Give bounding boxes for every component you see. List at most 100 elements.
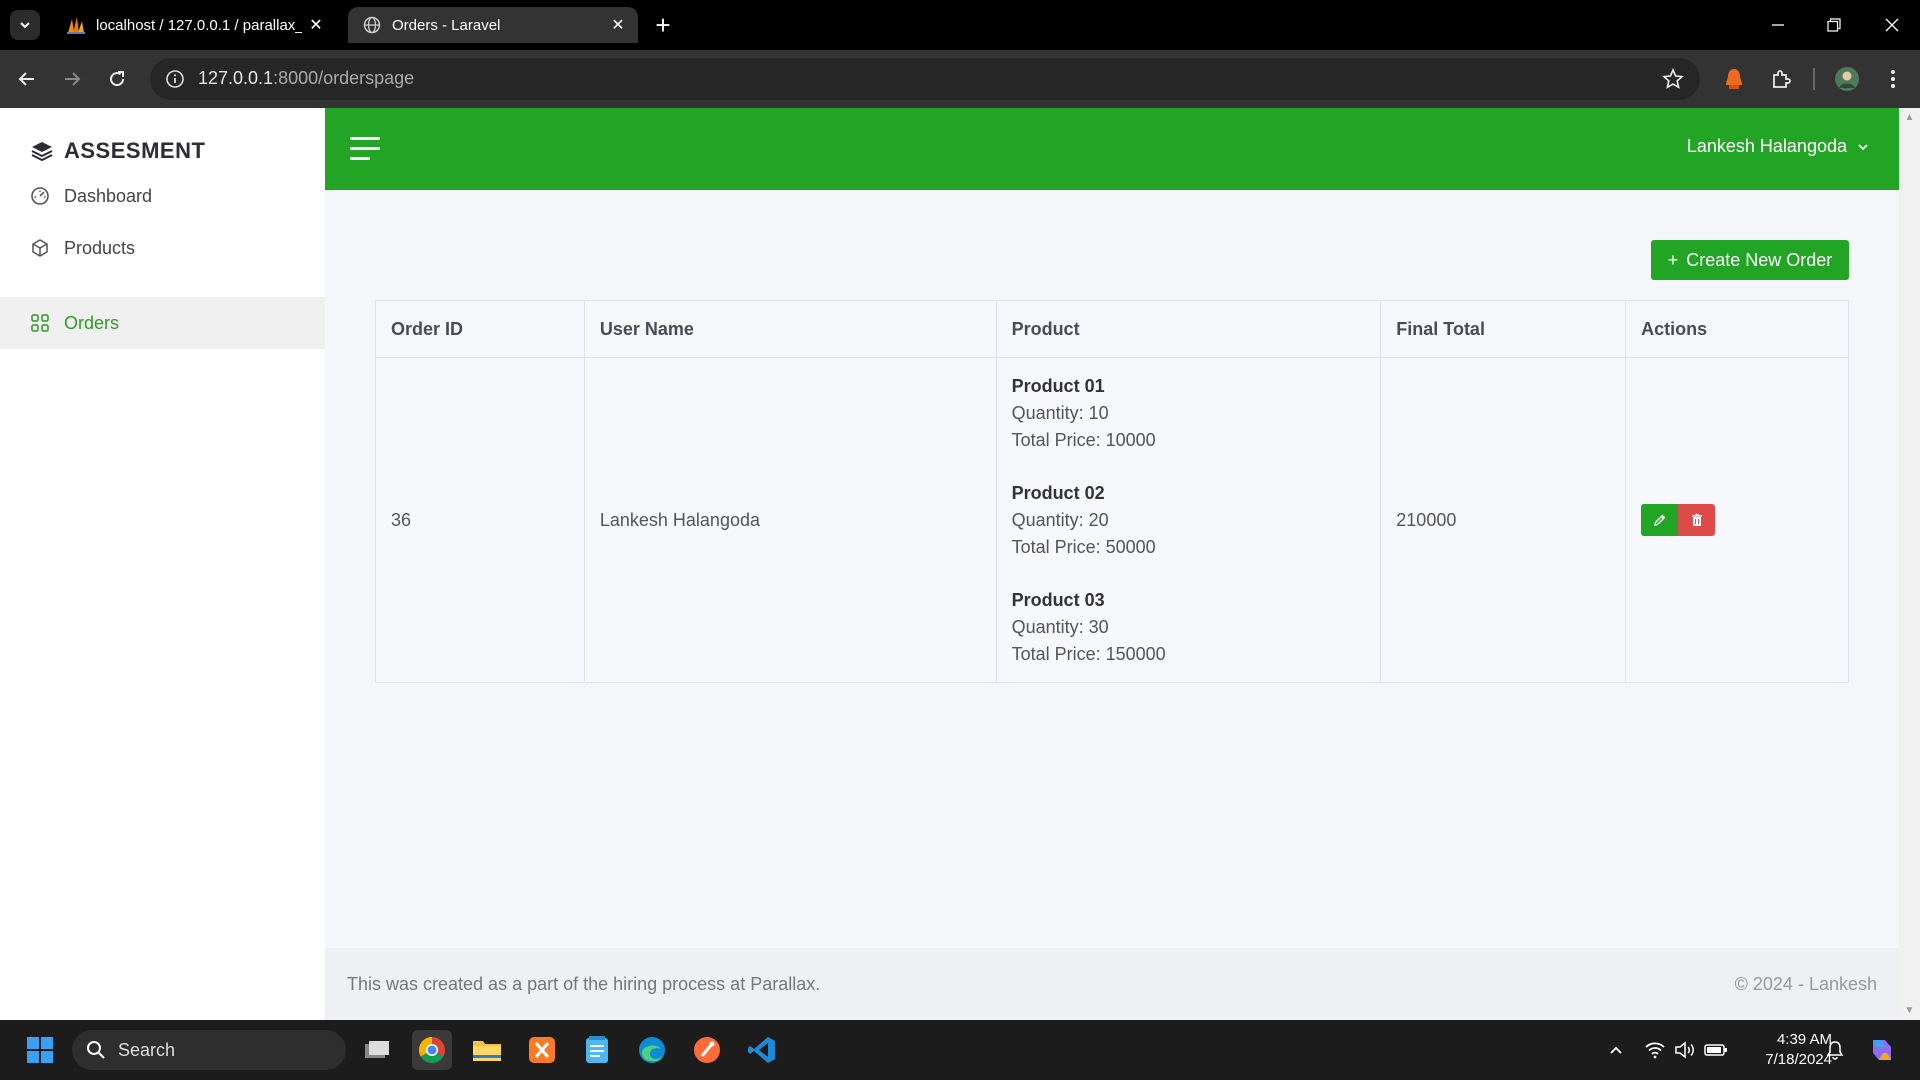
phpmyadmin-icon [66,15,86,35]
browser-tab-phpmyadmin[interactable]: localhost / 127.0.0.1 / parallax_a ✕ [52,7,336,43]
search-label: Search [118,1039,176,1060]
product-total-price: Total Price: 10000 [1011,429,1156,450]
browser-menu-icon[interactable] [1876,62,1910,96]
wifi-icon[interactable] [1641,1034,1669,1066]
column-header-final-total: Final Total [1380,300,1627,358]
arrow-left-icon [18,72,34,86]
close-tab-icon[interactable]: ✕ [302,11,330,39]
user-dropdown[interactable]: Lankesh Halangoda [1687,136,1869,157]
product-item: Product 01 Quantity: 10 Total Price: 100… [1012,373,1381,454]
footer-copyright: © 2024 - Lankesh [1734,974,1877,994]
orders-table: Order ID User Name Product Final Total A… [375,300,1849,683]
table-header-row: Order ID User Name Product Final Total A… [375,300,1849,358]
browser-tab-strip: localhost / 127.0.0.1 / parallax_a ✕ Ord… [0,0,1920,50]
top-header: Lankesh Halangoda [325,108,1899,190]
product-cell: Product 01 Quantity: 10 Total Price: 100… [995,357,1382,683]
task-view-icon[interactable] [357,1030,397,1070]
notepad-icon[interactable] [577,1030,617,1070]
minimize-icon [1772,24,1784,26]
product-total-price: Total Price: 150000 [1011,643,1166,664]
tab-title: localhost / 127.0.0.1 / parallax_a [96,16,302,34]
column-header-product: Product [995,300,1382,358]
page-scrollbar[interactable]: ▲ ▼ [1899,108,1920,1020]
product-name: Product 02 [1011,482,1105,503]
forward-button[interactable] [55,62,89,96]
start-button[interactable] [20,1030,60,1070]
column-header-user-name: User Name [583,300,997,358]
copilot-icon[interactable] [1862,1030,1902,1070]
product-total-price: Total Price: 50000 [1011,536,1156,557]
tab-title: Orders - Laravel [392,16,501,34]
show-hidden-icons-icon[interactable] [1602,1034,1630,1066]
url-text[interactable]: 127.0.0.1:8000/orderspage [198,68,414,89]
delete-order-button[interactable] [1678,504,1716,536]
edge-icon[interactable] [632,1030,672,1070]
close-icon [1885,18,1899,32]
minimize-button[interactable] [1750,0,1806,50]
file-explorer-icon[interactable] [467,1030,507,1070]
windows-logo-icon [27,1037,53,1063]
restore-button[interactable] [1806,0,1862,50]
close-tab-icon[interactable]: ✕ [604,11,632,39]
user-name-cell: Lankesh Halangoda [583,357,997,683]
dashboard-icon [30,186,50,206]
scroll-down-icon[interactable]: ▼ [1904,1005,1915,1016]
brand-name: ASSESMENT [64,138,206,163]
volume-icon[interactable] [1671,1034,1699,1066]
product-name: Product 03 [1011,589,1105,610]
close-window-button[interactable] [1864,0,1920,50]
browser-tab-orders[interactable]: Orders - Laravel ✕ [348,7,638,43]
plus-icon: + [1667,249,1679,270]
create-order-button[interactable]: + Create New Order [1651,240,1849,280]
sidebar-item-label: Products [64,237,136,258]
scroll-up-icon[interactable]: ▲ [1904,112,1915,123]
battery-icon[interactable] [1702,1034,1730,1066]
extension-icon[interactable] [1717,62,1751,96]
clock-time: 4:39 AM [1776,1031,1832,1048]
notification-bell-icon[interactable] [1821,1034,1849,1066]
tab-search-button[interactable] [10,10,40,40]
grid-icon [30,313,50,333]
taskbar-search[interactable]: Search [72,1030,346,1070]
product-quantity: Quantity: 10 [1011,402,1109,423]
product-name: Product 01 [1011,375,1105,396]
profile-avatar[interactable] [1830,62,1864,96]
restore-icon [1827,18,1841,32]
reload-button[interactable] [100,62,134,96]
bookmark-star-icon[interactable] [1660,66,1686,92]
chrome-taskbar-icon[interactable] [412,1030,452,1070]
edit-order-button[interactable] [1641,504,1679,536]
chevron-down-icon [20,22,30,29]
brand-logo[interactable]: ASSESMENT [30,138,205,164]
table-row: 36 Lankesh Halangoda Product 01 Quantity… [375,357,1849,683]
site-info-icon[interactable] [160,64,190,94]
product-item: Product 02 Quantity: 20 Total Price: 500… [1012,480,1381,561]
final-total-cell: 210000 [1380,357,1627,683]
menu-toggle-icon[interactable] [350,137,380,161]
reload-icon [110,71,125,87]
postman-icon[interactable] [687,1030,727,1070]
create-order-label: Create New Order [1686,249,1833,270]
layers-icon [31,142,53,162]
taskbar-clock[interactable]: 4:39 AM 7/18/2024 [1740,1030,1832,1070]
back-button[interactable] [10,62,44,96]
sidebar-item-dashboard[interactable]: Dashboard [0,170,325,222]
trash-icon [1691,513,1702,526]
toolbar-divider [1813,68,1815,90]
column-header-actions: Actions [1625,300,1849,358]
new-tab-button[interactable]: + [648,10,678,40]
windows-taskbar: Search 4:39 AM 7/18/2024 [0,1020,1920,1080]
clock-date: 7/18/2024 [1765,1051,1832,1068]
sidebar: ASSESMENT Dashboard Products Orders [0,108,325,1020]
sidebar-item-orders[interactable]: Orders [0,297,325,349]
vscode-icon[interactable] [742,1030,782,1070]
xampp-icon[interactable] [522,1030,562,1070]
url-host: 127.0.0.1 [198,68,274,88]
arrow-right-icon [65,72,81,86]
extensions-puzzle-icon[interactable] [1764,62,1798,96]
column-header-order-id: Order ID [375,300,585,358]
box-icon [30,238,50,258]
sidebar-item-products[interactable]: Products [0,222,325,274]
sidebar-item-label: Orders [64,312,120,333]
address-bar[interactable]: 127.0.0.1:8000/orderspage [150,58,1700,100]
